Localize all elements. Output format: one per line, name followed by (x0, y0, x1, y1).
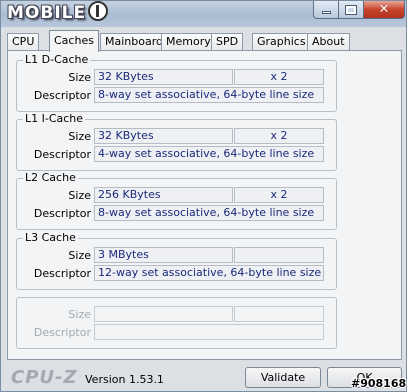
descriptor-value (94, 324, 324, 340)
descriptor-label: Descriptor (33, 326, 91, 339)
logo-disc-icon (88, 1, 109, 21)
count-value: x 2 (234, 128, 324, 144)
validate-button[interactable]: Validate (245, 367, 321, 388)
group-title: L1 I-Cache (23, 112, 86, 125)
count-value (234, 306, 324, 322)
tab-strip: CPU Caches Mainboard Memory SPD Graphics… (7, 30, 402, 52)
size-label: Size (68, 71, 91, 84)
minimize-icon (321, 11, 331, 14)
tab-cpu[interactable]: CPU (7, 33, 40, 51)
maximize-icon (345, 4, 357, 15)
size-value: 256 KBytes (94, 187, 233, 203)
logo-text: MOBILE (7, 3, 87, 23)
size-value: 32 KBytes (94, 69, 233, 85)
l3-cache-group: L3 Cache Size 3 MBytes Descriptor 12-way… (16, 231, 337, 290)
minimize-button[interactable] (313, 1, 339, 19)
close-icon: ✕ (378, 2, 390, 17)
size-label: Size (68, 130, 91, 143)
count-value (234, 247, 324, 263)
watermark: #908168 (351, 377, 407, 390)
cpuz-brand: CPU-Z (11, 367, 78, 388)
tab-about[interactable]: About (307, 33, 350, 51)
descriptor-label: Descriptor (33, 148, 91, 161)
descriptor-value: 4-way set associative, 64-byte line size (94, 146, 324, 162)
group-title: L3 Cache (23, 231, 78, 244)
tab-caches[interactable]: Caches (49, 30, 99, 52)
size-label: Size (68, 308, 91, 321)
descriptor-value: 8-way set associative, 64-byte line size (94, 87, 324, 103)
descriptor-label: Descriptor (33, 207, 91, 220)
size-label: Size (68, 189, 91, 202)
descriptor-label: Descriptor (33, 267, 91, 280)
l1i-cache-group: L1 I-Cache Size 32 KBytes x 2 Descriptor… (16, 112, 337, 171)
size-value: 3 MBytes (94, 247, 233, 263)
count-value: x 2 (234, 69, 324, 85)
caches-panel: L1 D-Cache Size 32 KBytes x 2 Descriptor… (7, 50, 402, 360)
descriptor-value: 12-way set associative, 64-byte line siz… (94, 265, 324, 281)
size-label: Size (68, 249, 91, 262)
tab-spd[interactable]: SPD (211, 33, 244, 51)
close-button[interactable]: ✕ (363, 1, 405, 19)
l1d-cache-group: L1 D-Cache Size 32 KBytes x 2 Descriptor… (16, 53, 337, 112)
title-bar[interactable]: MOBILE ✕ (1, 1, 406, 27)
tab-mainboard[interactable]: Mainboard (100, 33, 169, 51)
group-title: L2 Cache (23, 171, 78, 184)
descriptor-value: 8-way set associative, 64-byte line size (94, 205, 324, 221)
maximize-button[interactable] (338, 1, 364, 19)
mobile01-logo: MOBILE (7, 1, 109, 23)
l2-cache-group: L2 Cache Size 256 KBytes x 2 Descriptor … (16, 171, 337, 230)
group-title: L1 D-Cache (23, 53, 91, 66)
tab-memory[interactable]: Memory (161, 33, 216, 51)
tab-graphics[interactable]: Graphics (252, 33, 311, 51)
descriptor-label: Descriptor (33, 89, 91, 102)
size-value: 32 KBytes (94, 128, 233, 144)
empty-cache-group: Size Descriptor (16, 297, 337, 349)
size-value (94, 306, 233, 322)
version-label: Version 1.53.1 (85, 373, 164, 386)
cpuz-window: MOBILE ✕ CPU Caches Mainboard Memory SPD… (0, 0, 407, 392)
count-value: x 2 (234, 187, 324, 203)
